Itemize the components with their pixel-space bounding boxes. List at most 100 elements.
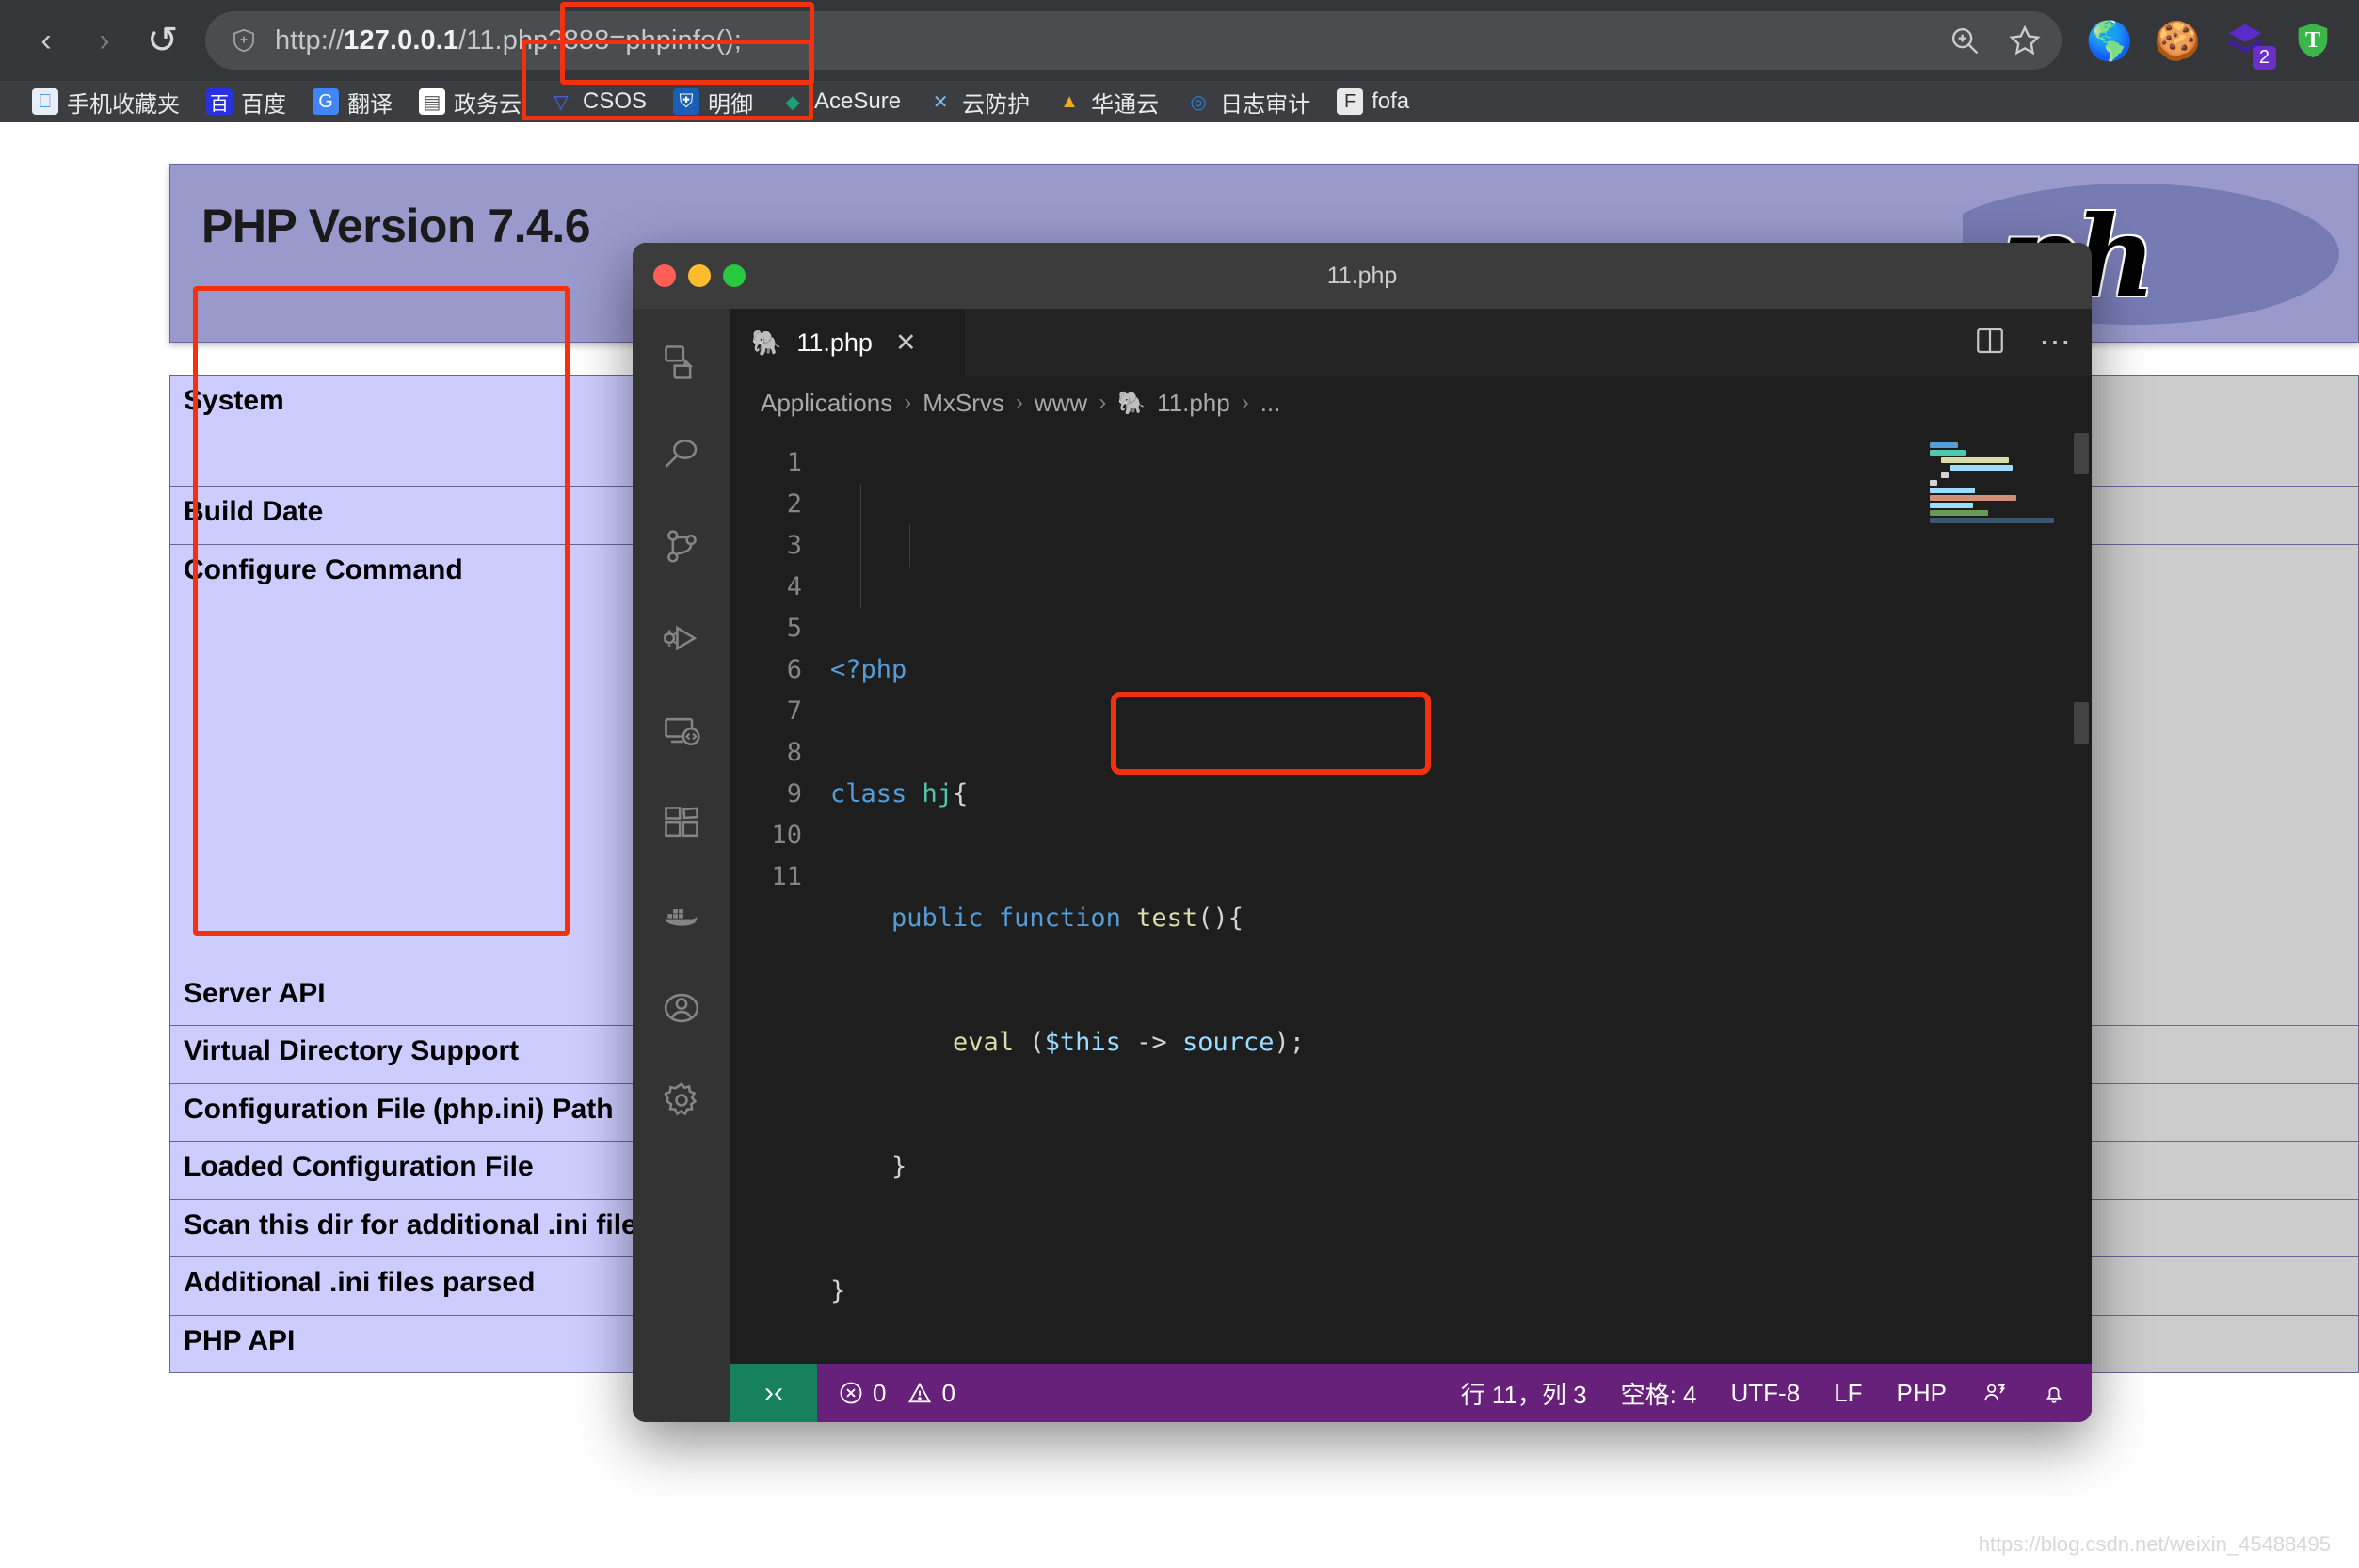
layers-extension-icon[interactable]: 2 [2223,19,2276,70]
line-number: 8 [786,738,802,767]
google-translate-icon: G [313,88,339,115]
browser-toolbar[interactable]: ‹ › ↻ http://127.0.0.1/11.php?888=phpinf… [0,0,2359,81]
php-elephant-icon: 🐘 [1117,390,1147,416]
cursor-position[interactable]: 行 11，列 3 [1461,1376,1587,1411]
editor-scrollbar[interactable] [2071,429,2092,1364]
language-mode[interactable]: PHP [1897,1379,1947,1408]
minimap[interactable] [1920,429,2071,1364]
bookmark-item[interactable]: G 翻译 [299,81,406,122]
bookmark-item[interactable]: ▽ CSOS [535,81,660,122]
bookmark-item[interactable]: ▤ 政务云 [406,81,535,122]
breadcrumb-item-mxsrvs[interactable]: MxSrvs [923,389,1004,418]
reload-button[interactable]: ↻ [134,11,192,70]
tab-label: 11.php [796,328,873,357]
notification-bell-icon[interactable] [2041,1380,2067,1406]
chevron-right-icon: › [1099,390,1107,415]
chevron-right-icon: › [904,390,912,415]
cloud-defense-icon: ✕ [932,91,949,113]
tampermonkey-letter: T [2304,27,2320,53]
shield-icon [230,26,258,55]
bookmark-item[interactable]: ⎕ 手机收藏夹 [19,81,193,122]
editor-tabs[interactable]: 🐘 11.php ✕ ⋯ [730,309,2092,376]
code-editor[interactable]: 1 2 3 4 5 6 7 8 9 10 11 ​<?php class hj{ public fu… [730,429,2092,1364]
chevron-right-icon: › [1241,390,1249,415]
bookmark-item[interactable]: 百百度 [193,81,299,122]
more-actions-icon[interactable]: ⋯ [2039,327,2071,359]
indentation-setting[interactable]: 空格: 4 [1621,1376,1697,1411]
line-number: 9 [786,779,802,808]
run-debug-icon[interactable] [633,602,730,676]
settings-gear-icon[interactable] [633,1064,730,1137]
bookmark-label: 云防护 [962,91,1031,118]
bookmark-label: CSOS [583,88,648,114]
extension-tray[interactable]: 🌎 🍪 2 T [2071,19,2342,70]
source-control-icon[interactable] [633,510,730,584]
zoom-magnifier-icon[interactable] [1939,15,1990,66]
docker-icon[interactable] [633,879,730,952]
activity-bar[interactable] [633,309,730,1422]
account-icon[interactable] [633,971,730,1045]
url-scheme: http:// [275,24,345,56]
warning-triangle-icon[interactable]: 0 [907,1379,955,1408]
tampermonkey-shield-icon[interactable]: T [2291,19,2335,62]
bookmark-item[interactable]: ◆ AceSure [766,81,914,122]
feedback-smiley-icon[interactable] [1981,1380,2007,1406]
code-content[interactable]: ​<?php class hj{ public function test(){… [817,429,1920,1364]
split-editor-icon[interactable] [1973,324,2007,362]
line-number: 10 [771,821,802,850]
bookmark-label: 翻译 [347,91,393,118]
bookmark-item[interactable]: ◎ 日志审计 [1172,81,1324,122]
watermark: https://blog.csdn.net/weixin_45488495 [1978,1532,2331,1556]
line-number: 1 [786,448,802,477]
bookmark-item[interactable]: ⛨ 明御 [660,81,766,122]
line-number: 4 [786,572,802,601]
window-title: 11.php [1326,262,1398,289]
acesure-icon: ◆ [785,91,800,113]
star-outline-icon[interactable] [1999,15,2050,66]
bookmarks-bar[interactable]: ⎕ 手机收藏夹百百度 G 翻译 ▤ 政务云 ▽ CSOS ⛨ 明御 ◆ AceSure ✕ 云防护 ▲ 华通云… [0,81,2359,122]
url-host: 127.0.0.1 [344,24,459,56]
line-number: 7 [786,696,802,726]
browser-chrome[interactable]: ‹ › ↻ http://127.0.0.1/11.php?888=phpinf… [0,0,2359,122]
eol-setting[interactable]: LF [1834,1379,1862,1408]
vscode-titlebar[interactable]: 11.php [633,243,2092,309]
baidu-icon: 百 [206,88,233,115]
forward-button[interactable]: › [75,11,134,70]
back-button[interactable]: ‹ [17,11,75,70]
explorer-icon[interactable] [633,326,730,399]
extension-badge-count: 2 [2252,46,2276,70]
bookmark-item[interactable]: ▲ 华通云 [1043,81,1172,122]
remote-explorer-icon[interactable] [633,695,730,768]
status-bar[interactable]: ›‹ 0 0 行 11，列 3 空格: 4 UTF-8 LF PHP [730,1364,2092,1422]
csos-shield-icon: ▽ [554,91,569,113]
error-circle-icon[interactable]: 0 [838,1379,886,1408]
reload-icon: ↻ [147,20,179,61]
url-path: /11.php?888=phpinfo(); [458,24,742,56]
line-number: 6 [786,655,802,684]
page-title: PHP Version 7.4.6 [201,200,591,252]
doc-icon: ▤ [419,88,445,115]
breadcrumb-item-www[interactable]: www [1035,389,1087,418]
bookmark-item[interactable]: ✕ 云防护 [914,81,1043,122]
vscode-window[interactable]: 11.php 🐘 11.php ✕ ⋯ Applications › MxSrv… [633,243,2092,1422]
php-elephant-icon: 🐘 [751,328,782,357]
address-bar[interactable]: http://127.0.0.1/11.php?888=phpinfo(); [205,11,2062,70]
close-icon[interactable]: ✕ [895,328,917,358]
breadcrumb[interactable]: Applications › MxSrvs › www › 🐘 11.php ›… [730,376,2092,429]
line-number: 3 [786,531,802,560]
search-icon[interactable] [633,418,730,491]
extensions-icon[interactable] [633,787,730,860]
breadcrumb-item-file[interactable]: 11.php [1157,389,1230,418]
breadcrumb-item-symbols[interactable]: ... [1260,389,1281,418]
bookmark-label: 政务云 [454,91,522,118]
breadcrumb-item-applications[interactable]: Applications [761,389,892,418]
url-text[interactable]: http://127.0.0.1/11.php?888=phpinfo(); [275,25,742,56]
bookmark-item[interactable]: Ffofa [1324,81,1422,122]
chevron-right-icon: › [1015,390,1023,415]
remote-window-icon[interactable]: ›‹ [730,1364,817,1422]
cookie-extension-icon[interactable]: 🍪 [2154,19,2201,62]
globe-extension-icon[interactable]: 🌎 [2086,19,2133,62]
tab-11-php[interactable]: 🐘 11.php ✕ [730,309,966,376]
encoding-setting[interactable]: UTF-8 [1731,1379,1801,1408]
bookmark-label: AceSure [814,88,902,114]
